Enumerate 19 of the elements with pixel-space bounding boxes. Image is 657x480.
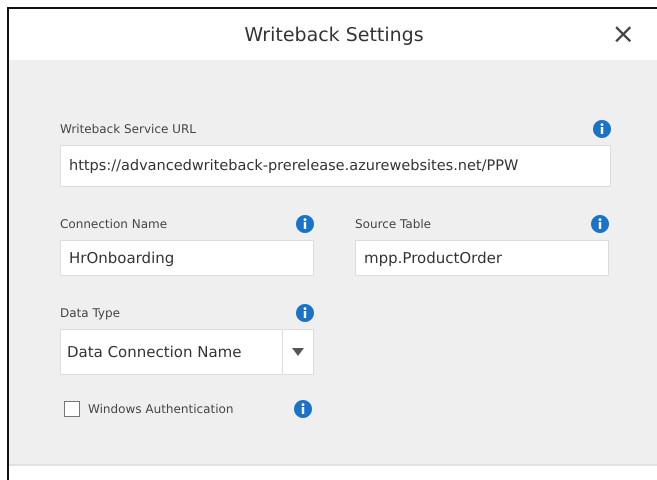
source-table-field[interactable]: mpp.ProductOrder — [355, 240, 609, 276]
connection-name-field[interactable]: HrOnboarding — [60, 240, 314, 276]
field-label: Data Type — [60, 306, 120, 320]
close-button[interactable]: × — [608, 19, 639, 49]
field-label: Writeback Service URL — [60, 122, 196, 136]
checkbox-label: Windows Authentication — [88, 402, 234, 416]
data-type-dropdown[interactable]: Data Connection Name — [60, 329, 314, 375]
checkbox[interactable] — [64, 401, 80, 417]
caret-icon — [292, 348, 304, 356]
info-icon[interactable] — [593, 120, 611, 138]
info-icon[interactable] — [591, 215, 609, 233]
info-icon[interactable] — [296, 215, 314, 233]
field-label: Source Table — [355, 217, 432, 231]
dropdown-value: Data Connection Name — [61, 330, 283, 374]
url-input-field[interactable]: https://advancedwriteback-prerelease.azurewebsites.net/PPW — [60, 145, 611, 187]
dialog-title: Writeback Settings — [244, 24, 424, 46]
info-icon[interactable] — [294, 400, 312, 418]
field-label: Connection Name — [60, 217, 168, 231]
info-icon[interactable] — [296, 304, 314, 322]
